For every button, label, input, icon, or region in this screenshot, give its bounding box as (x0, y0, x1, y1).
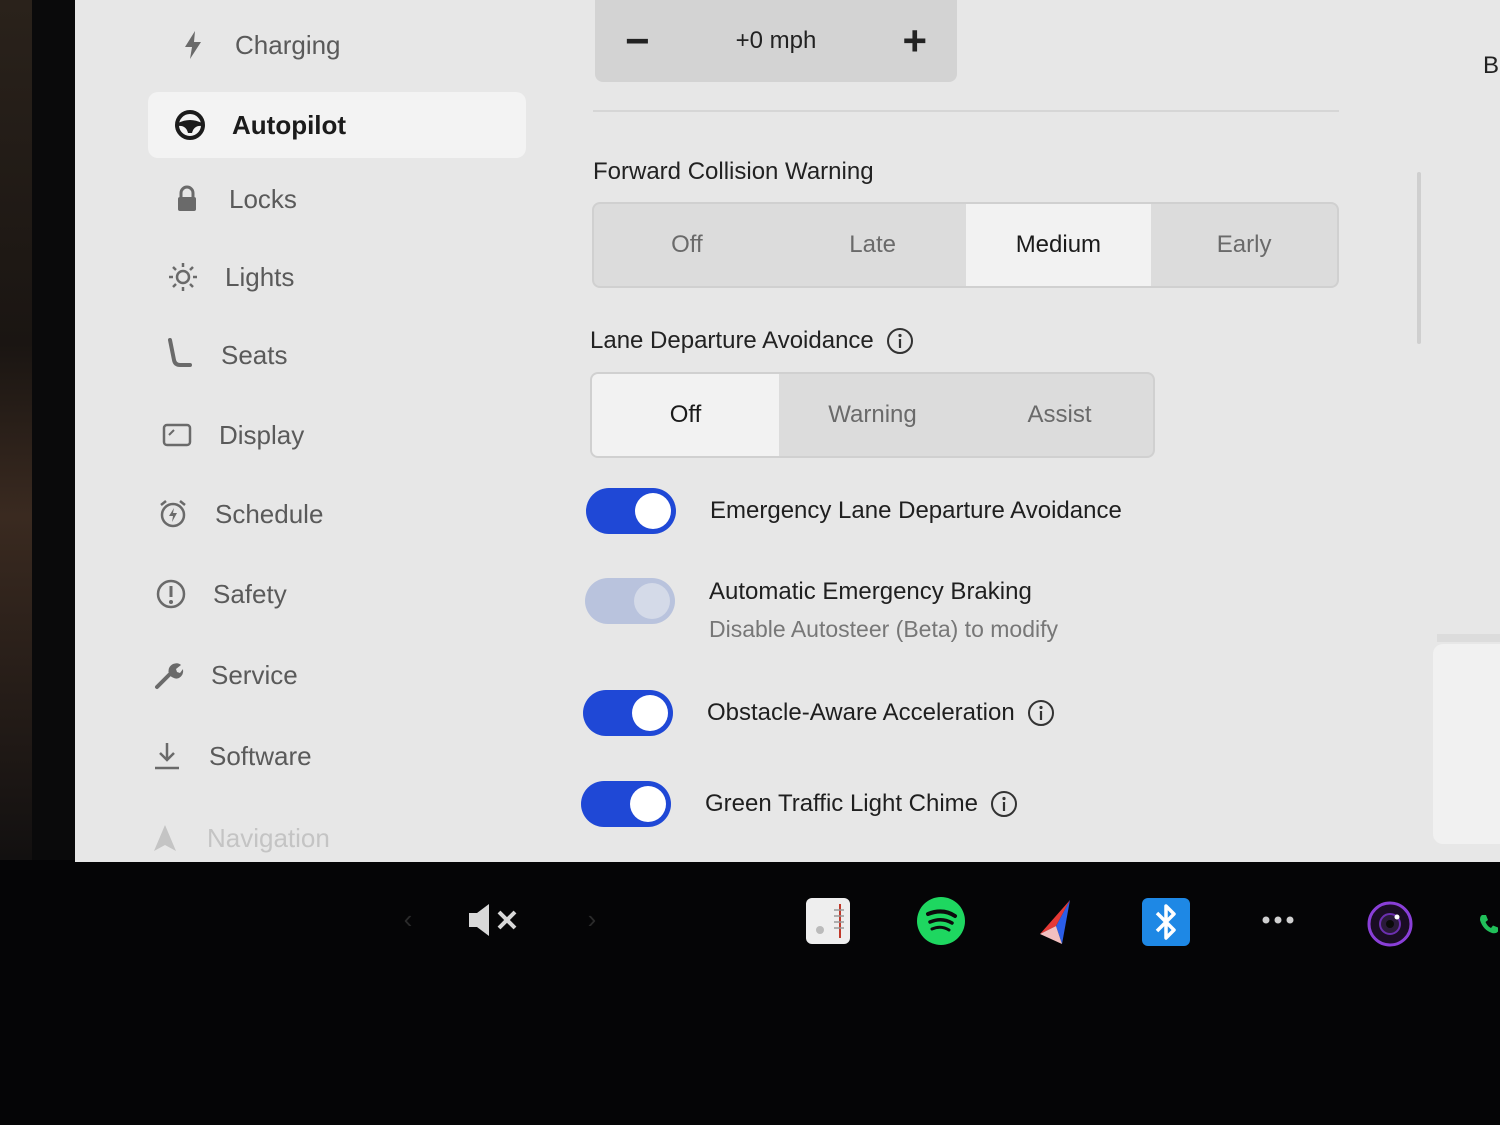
toggle-knob (632, 695, 668, 731)
sidebar-item-autopilot[interactable]: Autopilot (148, 92, 526, 158)
alarm-clock-icon (153, 494, 193, 534)
camera-icon[interactable] (1366, 900, 1414, 948)
right-panel-divider (1437, 634, 1500, 642)
forward-collision-warning-label: Forward Collision Warning (593, 158, 874, 186)
toggle-knob (630, 786, 666, 822)
chevron-right-icon[interactable]: › (582, 904, 602, 934)
speed-offset-stepper: − +0 mph + (595, 0, 957, 82)
fcw-option-early[interactable]: Early (1151, 204, 1337, 286)
toggle-title: Obstacle-Aware Acceleration (707, 699, 1015, 726)
green-traffic-light-chime-row: Green Traffic Light Chime (581, 781, 1018, 827)
sidebar-item-software[interactable]: Software (147, 723, 427, 789)
display-icon (157, 415, 197, 455)
sidebar-item-label: Schedule (215, 498, 324, 529)
toggle-subtitle: Disable Autosteer (Beta) to modify (709, 616, 1058, 642)
green-traffic-light-chime-toggle[interactable] (581, 781, 671, 827)
speed-offset-value: +0 mph (735, 27, 817, 54)
automatic-emergency-braking-row: Automatic Emergency Braking Disable Auto… (585, 578, 1058, 643)
fcw-option-late[interactable]: Late (780, 204, 966, 286)
toggle-title: Green Traffic Light Chime (705, 790, 979, 817)
chevron-left-icon[interactable]: ‹ (398, 904, 418, 934)
toggle-title: Emergency Lane Departure Avoidance (710, 497, 1122, 524)
navigation-arrow-icon (145, 818, 185, 858)
taskbar: ‹ › (0, 862, 1500, 1125)
sidebar-item-display[interactable]: Display (157, 402, 437, 468)
lda-option-assist[interactable]: Assist (966, 374, 1153, 456)
sidebar-item-seats[interactable]: Seats (159, 322, 439, 388)
emergency-lane-departure-avoidance-toggle[interactable] (586, 488, 676, 534)
sidebar-item-label: Service (211, 659, 298, 690)
obstacle-aware-acceleration-toggle[interactable] (583, 690, 673, 736)
spotify-icon[interactable] (916, 896, 966, 946)
sidebar-item-service[interactable]: Service (149, 642, 429, 708)
sidebar-item-schedule[interactable]: Schedule (153, 481, 433, 547)
sidebar-item-label: Display (219, 419, 305, 450)
info-icon[interactable] (1027, 699, 1055, 727)
settings-screen: Charging Autopilot Locks Lights Seats Di… (75, 0, 1500, 862)
sidebar-item-label: Charging (235, 29, 341, 60)
sidebar-item-label: Autopilot (232, 109, 347, 140)
lane-departure-avoidance-selector: Off Warning Assist (590, 372, 1155, 458)
right-panel-card (1433, 644, 1500, 844)
sidebar-item-safety[interactable]: Safety (151, 561, 431, 627)
toggle-knob (634, 583, 670, 619)
forward-collision-warning-selector: Off Late Medium Early (592, 202, 1339, 288)
increase-speed-button[interactable]: + (902, 17, 927, 65)
obstacle-aware-acceleration-row: Obstacle-Aware Acceleration (583, 690, 1055, 736)
sidebar-item-lights[interactable]: Lights (163, 244, 443, 310)
sidebar-item-label: Safety (213, 578, 287, 609)
automatic-emergency-braking-toggle (585, 578, 675, 624)
wrench-icon (149, 655, 189, 695)
lda-option-off[interactable]: Off (592, 374, 779, 456)
sidebar-item-label: Locks (229, 183, 297, 214)
right-panel-partial-text: B (1483, 52, 1500, 79)
bolt-icon (173, 25, 213, 65)
info-icon[interactable] (990, 790, 1018, 818)
sidebar-item-label: Navigation (207, 822, 330, 853)
toggle-title: Automatic Emergency Braking (709, 578, 1032, 605)
sidebar-item-label: Seats (221, 339, 288, 370)
bezel-left (0, 0, 32, 860)
emergency-lane-departure-avoidance-row: Emergency Lane Departure Avoidance (586, 488, 1122, 534)
info-icon[interactable] (886, 327, 914, 355)
fcw-option-off[interactable]: Off (594, 204, 780, 286)
toggle-knob (635, 493, 671, 529)
sidebar-item-charging[interactable]: Charging (173, 12, 453, 78)
radio-icon[interactable] (804, 896, 852, 946)
download-icon (147, 736, 187, 776)
sidebar-item-locks[interactable]: Locks (167, 166, 447, 232)
fcw-option-medium[interactable]: Medium (965, 204, 1152, 286)
seat-icon (159, 335, 199, 375)
sidebar-item-label: Lights (225, 261, 295, 292)
lane-departure-avoidance-label: Lane Departure Avoidance (590, 327, 914, 355)
lda-option-warning[interactable]: Warning (779, 374, 966, 456)
sidebar-item-navigation[interactable]: Navigation (145, 805, 425, 862)
decrease-speed-button[interactable]: − (625, 17, 650, 65)
section-divider (593, 110, 1339, 112)
phone-icon[interactable] (1478, 902, 1500, 946)
section-label-text: Lane Departure Avoidance (590, 327, 874, 354)
steering-wheel-icon (170, 105, 210, 145)
section-label-text: Forward Collision Warning (593, 158, 874, 185)
volume-mute-icon[interactable] (464, 898, 524, 942)
scrollbar[interactable] (1417, 172, 1421, 344)
navigation-icon[interactable] (1032, 896, 1078, 948)
bluetooth-icon[interactable] (1142, 898, 1190, 946)
sidebar-item-label: Software (209, 740, 312, 771)
more-icon[interactable] (1258, 910, 1298, 930)
lock-icon (167, 179, 207, 219)
light-bulb-icon (163, 257, 203, 297)
exclamation-circle-icon (151, 574, 191, 614)
